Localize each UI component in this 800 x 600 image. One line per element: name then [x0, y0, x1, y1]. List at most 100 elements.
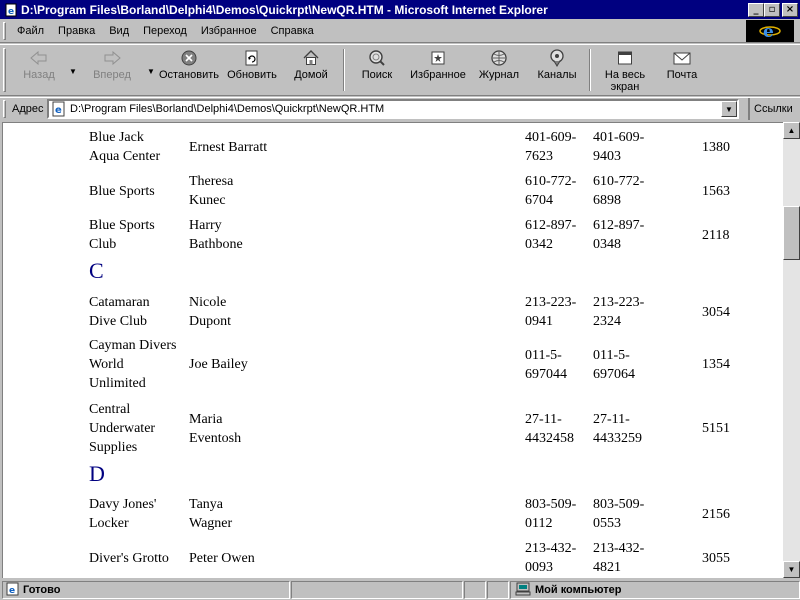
- company-cell-line: Diver's Grotto: [89, 550, 169, 566]
- minimize-button[interactable]: _: [748, 2, 764, 17]
- fax-cell-line: 213-223-: [593, 295, 645, 310]
- contact-cell-line: Maria: [189, 411, 223, 427]
- company-cell-line: Aqua Center: [89, 149, 161, 164]
- search-button[interactable]: Поиск: [348, 45, 406, 95]
- company-cell-line: Dive Club: [89, 314, 147, 329]
- phone-cell-line: 213-223-: [525, 295, 577, 310]
- svg-text:e: e: [9, 586, 15, 596]
- fax-cell-line: 697064: [593, 366, 635, 382]
- company-cell-line: Cayman Divers: [89, 338, 177, 353]
- home-label: Домой: [294, 69, 328, 81]
- forward-arrow-icon: [103, 49, 121, 67]
- table-row: Davy Jones' Locker Tanya Wagner 803-509- 0112…: [3, 495, 783, 533]
- number-cell: 2156: [702, 506, 730, 522]
- search-icon: [368, 49, 386, 67]
- status-text: Готово: [23, 584, 61, 596]
- menu-go[interactable]: Переход: [136, 25, 194, 37]
- number-cell: 3055: [702, 550, 730, 566]
- channels-label: Каналы: [537, 69, 577, 81]
- menu-help[interactable]: Справка: [264, 25, 321, 37]
- close-button[interactable]: ×: [782, 2, 798, 17]
- fax-cell: 401-609- 9403: [593, 128, 663, 166]
- mail-button[interactable]: Почта: [656, 45, 708, 95]
- fax-cell: 213-432- 4821: [593, 539, 663, 577]
- history-button[interactable]: Журнал: [470, 45, 528, 95]
- contact-cell-line: Joe Bailey: [189, 357, 248, 372]
- forward-dropdown-icon[interactable]: ▼: [146, 45, 156, 95]
- channels-button[interactable]: Каналы: [528, 45, 586, 95]
- fax-cell: 011-5- 697064: [593, 346, 663, 384]
- refresh-icon: [245, 49, 259, 67]
- address-bar: Адрес e D:\Program Files\Borland\Delphi4…: [0, 97, 800, 120]
- refresh-button[interactable]: Обновить: [222, 45, 282, 95]
- back-button[interactable]: Назад: [10, 45, 68, 95]
- address-input[interactable]: e D:\Program Files\Borland\Delphi4\Demos…: [47, 99, 739, 119]
- menu-edit[interactable]: Правка: [51, 25, 102, 37]
- address-grip: [3, 99, 6, 118]
- status-zone: Мой компьютер: [535, 584, 622, 596]
- scroll-down-icon[interactable]: ▼: [783, 561, 800, 578]
- stop-button[interactable]: Остановить: [156, 45, 222, 95]
- contact-cell-line: Harry: [189, 218, 222, 233]
- fax-cell: 803-509- 0553: [593, 495, 663, 533]
- scroll-up-icon[interactable]: ▲: [783, 122, 800, 139]
- maximize-button[interactable]: ▫: [764, 2, 780, 17]
- fax-cell: 610-772- 6898: [593, 172, 663, 210]
- company-cell-line: Club: [89, 237, 117, 252]
- fax-cell-line: 6898: [593, 193, 621, 208]
- fullscreen-label-1: На весь: [604, 69, 646, 81]
- refresh-label: Обновить: [227, 69, 277, 81]
- contact-cell-line: Ernest Barratt: [189, 139, 268, 155]
- svg-text:e: e: [55, 105, 62, 116]
- contact-cell-line: Dupont: [189, 314, 231, 329]
- fax-cell-line: 612-897-: [593, 218, 645, 233]
- toolbar-separator: [343, 49, 345, 91]
- company-cell-line: Central: [89, 402, 131, 417]
- menu-file[interactable]: Файл: [10, 25, 51, 37]
- favorites-icon: [430, 49, 446, 67]
- company-cell: Cayman Divers World Unlimited: [89, 336, 189, 393]
- fullscreen-button[interactable]: На весь экран: [594, 45, 656, 95]
- contact-cell-line: Peter Owen: [189, 550, 255, 566]
- company-cell-line: Locker: [89, 516, 129, 531]
- company-cell-line: Blue Sports: [89, 218, 155, 233]
- contact-cell: Nicole Dupont: [189, 293, 299, 331]
- vertical-scrollbar[interactable]: ▲ ▼: [783, 122, 800, 578]
- phone-cell: 803-509- 0112: [525, 495, 595, 533]
- back-arrow-icon: [30, 49, 48, 67]
- table-row: Central Underwater Supplies Maria Eventosh 27…: [3, 400, 783, 457]
- channels-icon: [548, 49, 566, 67]
- contact-cell-line: Theresa: [189, 174, 234, 189]
- company-cell: Davy Jones' Locker: [89, 495, 189, 533]
- phone-cell-line: 697044: [525, 366, 567, 382]
- links-button[interactable]: Ссылки: [748, 98, 793, 120]
- home-button[interactable]: Домой: [282, 45, 340, 95]
- fax-cell: 213-223- 2324: [593, 293, 663, 331]
- forward-button[interactable]: Вперед: [78, 45, 146, 95]
- toolbar: Назад ▼ Вперед ▼ Остановить Обновить Дом…: [0, 44, 800, 96]
- favorites-button[interactable]: Избранное: [406, 45, 470, 95]
- menu-view[interactable]: Вид: [102, 25, 136, 37]
- contact-cell-line: Tanya: [189, 497, 224, 512]
- address-dropdown-icon[interactable]: ▼: [721, 101, 737, 117]
- status-page-icon: e: [6, 582, 20, 599]
- toolbar-grip: [3, 48, 6, 92]
- contact-cell: Harry Bathbone: [189, 216, 299, 254]
- phone-cell-line: 27-11-: [525, 411, 562, 427]
- table-row: Catamaran Dive Club Nicole Dupont 213-223- 09…: [3, 293, 783, 331]
- status-zone-panel: Мой компьютер: [510, 581, 800, 599]
- fax-cell-line: 2324: [593, 314, 621, 329]
- address-label: Адрес: [12, 102, 44, 115]
- fax-cell-line: 4433259: [593, 430, 642, 446]
- number-cell: 1354: [702, 357, 730, 372]
- scroll-thumb[interactable]: [783, 206, 800, 260]
- back-dropdown-icon[interactable]: ▼: [68, 45, 78, 95]
- fax-cell-line: 213-432-: [593, 541, 645, 556]
- phone-cell-line: 011-5-: [525, 347, 562, 363]
- menu-favorites[interactable]: Избранное: [194, 25, 264, 37]
- company-cell: Diver's Grotto: [89, 549, 189, 568]
- number-cell: 5151: [702, 421, 730, 436]
- contact-cell: Peter Owen: [189, 549, 299, 568]
- company-cell-line: Blue Jack: [89, 130, 144, 145]
- phone-cell-line: 803-509-: [525, 497, 577, 512]
